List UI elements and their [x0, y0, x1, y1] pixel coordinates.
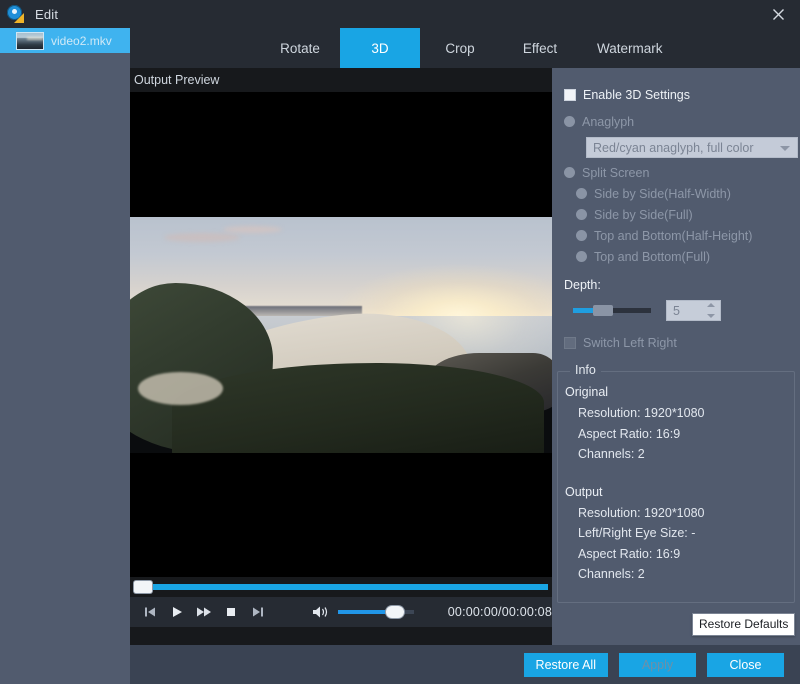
- tab-3d[interactable]: 3D: [340, 28, 420, 68]
- info-original-channels: Channels: 2: [578, 444, 794, 465]
- switch-left-right-checkbox: [564, 337, 576, 349]
- list-item[interactable]: video2.mkv: [0, 28, 130, 53]
- anaglyph-row: Anaglyph: [564, 111, 788, 132]
- info-original-resolution: Resolution: 1920*1080: [578, 403, 794, 424]
- footer-bar: Restore All Apply Close: [130, 645, 800, 684]
- seek-slider[interactable]: [134, 584, 548, 590]
- volume-control: [312, 604, 414, 620]
- info-legend: Info: [570, 363, 601, 377]
- anaglyph-radio: [564, 116, 575, 127]
- split-option-radio: [576, 230, 587, 241]
- file-name-label: video2.mkv: [51, 34, 112, 48]
- tab-crop[interactable]: Crop: [420, 28, 500, 68]
- apply-button[interactable]: Apply: [619, 653, 696, 677]
- skip-next-icon[interactable]: [248, 600, 269, 624]
- output-preview-label: Output Preview: [130, 68, 552, 92]
- info-group: Info Original Resolution: 1920*1080 Aspe…: [557, 371, 795, 603]
- depth-handle: [593, 305, 613, 316]
- info-output-heading: Output: [565, 485, 794, 499]
- split-option-radio: [576, 188, 587, 199]
- info-output-aspect-ratio: Aspect Ratio: 16:9: [578, 544, 794, 565]
- switch-left-right-label: Switch Left Right: [583, 336, 677, 350]
- split-screen-row: Split Screen: [564, 162, 788, 183]
- depth-slider: [573, 308, 651, 313]
- tab-bar: Rotate 3D Crop Effect Watermark: [130, 28, 800, 68]
- tab-effect[interactable]: Effect: [500, 28, 580, 68]
- split-screen-radio: [564, 167, 575, 178]
- enable-3d-label: Enable 3D Settings: [583, 88, 690, 102]
- play-icon[interactable]: [166, 600, 187, 624]
- split-option-side-half: Side by Side(Half-Width): [576, 183, 788, 204]
- window-title: Edit: [35, 7, 58, 22]
- split-screen-label: Split Screen: [582, 166, 649, 180]
- split-option-radio: [576, 251, 587, 262]
- tab-rotate[interactable]: Rotate: [260, 28, 340, 68]
- fast-forward-icon[interactable]: [193, 600, 214, 624]
- split-option-label: Side by Side(Full): [594, 208, 693, 222]
- skip-previous-icon[interactable]: [139, 600, 160, 624]
- seek-handle[interactable]: [134, 581, 152, 593]
- restore-defaults-tooltip: Restore Defaults: [692, 613, 795, 636]
- enable-3d-checkbox[interactable]: [564, 89, 576, 101]
- split-option-topbottom-full: Top and Bottom(Full): [576, 246, 788, 267]
- enable-3d-row[interactable]: Enable 3D Settings: [564, 84, 788, 105]
- video-converter-logo-icon: [7, 5, 25, 23]
- close-button[interactable]: Close: [707, 653, 784, 677]
- split-option-label: Top and Bottom(Full): [594, 250, 710, 264]
- anaglyph-select-value: Red/cyan anaglyph, full color: [593, 141, 754, 155]
- chevron-down-icon: [780, 146, 790, 151]
- seek-bar-row: [130, 577, 552, 597]
- info-original-aspect-ratio: Aspect Ratio: 16:9: [578, 424, 794, 445]
- video-thumbnail-icon: [16, 32, 44, 50]
- edit-window: Edit video2.mkv Rotate 3D Crop Effect Wa…: [0, 0, 800, 684]
- depth-label: Depth:: [564, 278, 788, 292]
- split-option-topbottom-half: Top and Bottom(Half-Height): [576, 225, 788, 246]
- restore-all-button[interactable]: Restore All: [524, 653, 608, 677]
- split-option-side-full: Side by Side(Full): [576, 204, 788, 225]
- info-output-eye-size: Left/Right Eye Size: -: [578, 523, 794, 544]
- close-icon[interactable]: [756, 0, 800, 28]
- split-option-label: Side by Side(Half-Width): [594, 187, 731, 201]
- video-frame: [130, 217, 552, 453]
- depth-value: 5: [673, 304, 680, 318]
- info-output-resolution: Resolution: 1920*1080: [578, 503, 794, 524]
- anaglyph-label: Anaglyph: [582, 115, 634, 129]
- anaglyph-select: Red/cyan anaglyph, full color: [586, 137, 798, 158]
- preview-panel: Output Preview: [130, 68, 552, 684]
- depth-stepper: 5: [666, 300, 721, 321]
- switch-left-right-row: Switch Left Right: [564, 332, 788, 353]
- video-stage: [130, 92, 552, 577]
- transport-controls: 00:00:00/00:00:08: [130, 597, 552, 627]
- stop-icon[interactable]: [220, 600, 241, 624]
- info-original-heading: Original: [565, 385, 794, 399]
- split-option-label: Top and Bottom(Half-Height): [594, 229, 752, 243]
- depth-control: 5: [573, 300, 788, 321]
- volume-icon[interactable]: [312, 604, 330, 620]
- tab-watermark[interactable]: Watermark: [580, 28, 680, 68]
- file-list: video2.mkv: [0, 28, 130, 684]
- info-output-channels: Channels: 2: [578, 564, 794, 585]
- title-bar: Edit: [0, 0, 800, 28]
- stepper-arrows-icon: [707, 303, 715, 318]
- split-option-radio: [576, 209, 587, 220]
- timecode-label: 00:00:00/00:00:08: [448, 605, 552, 619]
- volume-slider[interactable]: [338, 610, 414, 614]
- volume-handle[interactable]: [386, 606, 404, 618]
